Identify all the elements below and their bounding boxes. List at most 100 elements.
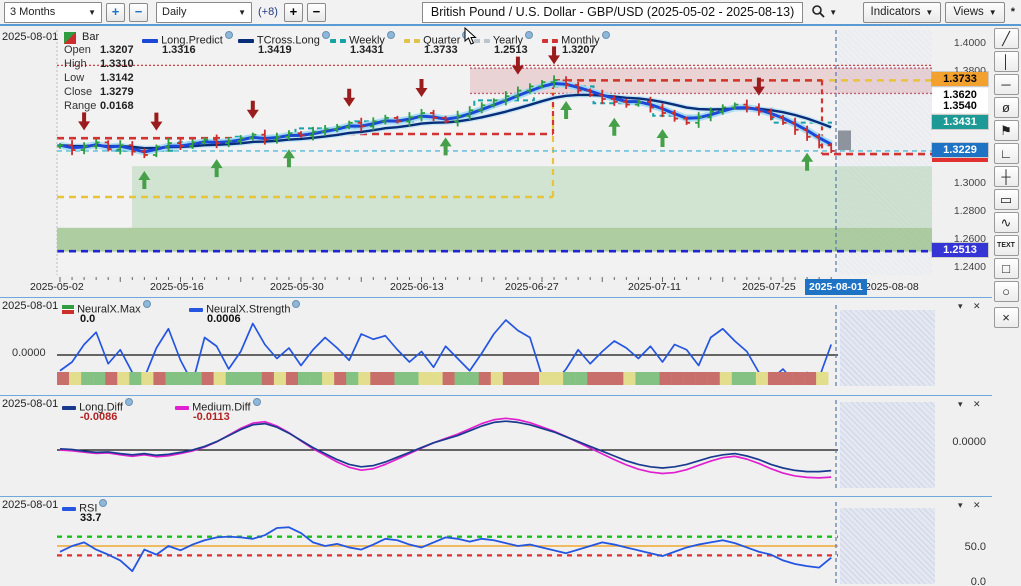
rectangle-tool[interactable]: □ bbox=[994, 258, 1019, 279]
chevron-down-icon: ▼ bbox=[88, 8, 96, 17]
trendline-tool[interactable]: ╱ bbox=[994, 28, 1019, 49]
pointer-flag-tool[interactable]: ⚑ bbox=[994, 120, 1019, 141]
interval-dropdown[interactable]: Daily ▼ bbox=[156, 2, 252, 23]
info-icon[interactable] bbox=[99, 499, 107, 507]
open-value: 1.3207 bbox=[100, 44, 134, 56]
date-label[interactable]: 2025-05-02 bbox=[30, 281, 84, 293]
legend-swatch bbox=[175, 406, 189, 410]
panel-date: 2025-08-01 bbox=[2, 300, 58, 312]
info-icon[interactable] bbox=[125, 398, 133, 406]
step-line-tool[interactable]: ∟ bbox=[994, 143, 1019, 164]
symbol-title-box[interactable]: British Pound / U.S. Dollar - GBP/USD (2… bbox=[422, 2, 803, 23]
neural-axis-zero-label: 0.0000 bbox=[12, 347, 46, 359]
panel-date: 2025-08-01 bbox=[2, 499, 58, 511]
horizontal-line-tool[interactable]: ─ bbox=[994, 74, 1019, 95]
panel-divider bbox=[0, 395, 992, 396]
price-tick: 1.2800 bbox=[936, 205, 986, 217]
legend-swatch bbox=[404, 39, 420, 43]
legend-monthly-value: 1.3207 bbox=[562, 44, 596, 56]
indicators-button[interactable]: Indicators ▼ bbox=[863, 2, 942, 23]
close-tool[interactable]: × bbox=[994, 307, 1019, 328]
trading-app-window: 3 Months ▼ + − Daily ▼ (+8) + − British … bbox=[0, 0, 1021, 586]
bars-add-button[interactable]: + bbox=[284, 3, 303, 22]
legend-swatch bbox=[62, 406, 76, 410]
date-label[interactable]: 2025-06-13 bbox=[390, 281, 444, 293]
legend-long-predict-value: 1.3316 bbox=[162, 44, 196, 56]
sell-arrow-icon bbox=[753, 78, 765, 96]
views-button[interactable]: Views ▼ bbox=[945, 2, 1004, 23]
buy-arrow-icon bbox=[283, 149, 295, 167]
date-label[interactable]: 2025-05-16 bbox=[150, 281, 204, 293]
sell-arrow-icon bbox=[548, 46, 560, 64]
panel-collapse-close-controls[interactable]: ▾ ✕ bbox=[958, 399, 985, 410]
search-dropdown-icon[interactable]: ▼ bbox=[829, 8, 837, 17]
ellipse-tool[interactable]: ○ bbox=[994, 281, 1019, 302]
buy-arrow-icon bbox=[801, 153, 813, 171]
info-icon[interactable] bbox=[225, 31, 233, 39]
chevron-down-icon: ▼ bbox=[989, 8, 997, 17]
sell-arrow-icon bbox=[512, 57, 524, 75]
bar-legend-label[interactable]: Bar bbox=[82, 31, 99, 43]
info-icon[interactable] bbox=[525, 31, 533, 39]
panel-collapse-close-controls[interactable]: ▾ ✕ bbox=[958, 500, 985, 511]
date-label[interactable]: 2025-07-11 bbox=[628, 281, 681, 293]
range-decrease-button[interactable]: − bbox=[129, 3, 148, 22]
wave-tool[interactable]: ∿ bbox=[994, 212, 1019, 233]
date-label[interactable]: 2025-07-25 bbox=[742, 281, 796, 293]
info-icon[interactable] bbox=[602, 31, 610, 39]
info-icon[interactable] bbox=[322, 31, 330, 39]
price-badge: 1.3540 bbox=[932, 99, 988, 113]
buy-arrow-icon bbox=[138, 171, 150, 189]
range-dropdown[interactable]: 3 Months ▼ bbox=[4, 2, 102, 23]
future-area-rsi bbox=[840, 508, 935, 584]
interval-dropdown-value: Daily bbox=[162, 6, 186, 18]
range-label: Range bbox=[64, 100, 96, 112]
rsi-axis-50-label: 50.0 bbox=[938, 541, 986, 553]
buy-arrow-icon bbox=[657, 129, 669, 147]
neuralx-max-icon bbox=[62, 305, 74, 314]
range-increase-button[interactable]: + bbox=[106, 3, 125, 22]
chevron-down-icon: ▼ bbox=[238, 8, 246, 17]
buy-arrow-icon bbox=[560, 101, 572, 119]
info-icon[interactable] bbox=[143, 300, 151, 308]
panel-divider bbox=[0, 496, 992, 497]
buy-arrow-icon bbox=[608, 118, 620, 136]
sell-arrow-icon bbox=[416, 79, 428, 97]
bars-remove-button[interactable]: − bbox=[307, 3, 326, 22]
info-icon[interactable] bbox=[253, 398, 261, 406]
legend-swatch bbox=[189, 308, 203, 312]
price-badge-underline bbox=[932, 158, 988, 162]
pencil-off-tool[interactable]: ø bbox=[994, 97, 1019, 118]
chevron-down-icon: ▼ bbox=[925, 8, 933, 17]
price-badge: 1.3431 bbox=[932, 115, 988, 129]
vertical-line-tool[interactable]: │ bbox=[994, 51, 1019, 72]
crosshair-tool[interactable]: ┼ bbox=[994, 166, 1019, 187]
price-badge: 1.2513 bbox=[932, 243, 988, 257]
bars-added-label: (+8) bbox=[258, 6, 278, 18]
panel-collapse-close-controls[interactable]: ▾ ✕ bbox=[958, 301, 985, 312]
high-label: High bbox=[64, 58, 87, 70]
date-label[interactable]: 2025-05-30 bbox=[270, 281, 324, 293]
info-icon[interactable] bbox=[387, 31, 395, 39]
text-tool[interactable]: TEXT bbox=[994, 235, 1019, 256]
panel-date: 2025-08-01 bbox=[2, 398, 58, 410]
sell-arrow-icon bbox=[247, 101, 259, 119]
price-tick: 1.4000 bbox=[936, 37, 986, 49]
legend-swatch bbox=[238, 39, 254, 43]
pin-indicator[interactable]: * bbox=[1011, 6, 1015, 18]
panel4-legend-value: 33.7 bbox=[80, 512, 101, 524]
legend-swatch bbox=[62, 507, 76, 511]
sell-arrow-icon bbox=[150, 113, 162, 131]
date-label[interactable]: 2025-08-08 bbox=[865, 281, 919, 293]
low-value: 1.3142 bbox=[100, 72, 134, 84]
symbol-title: British Pound / U.S. Dollar - GBP/USD (2… bbox=[431, 5, 794, 19]
panel2-legend-value: 0.0 bbox=[80, 313, 95, 325]
info-icon[interactable] bbox=[292, 300, 300, 308]
search-icon[interactable] bbox=[811, 4, 825, 21]
low-label: Low bbox=[64, 72, 84, 84]
date-label-current[interactable]: 2025-08-01 bbox=[805, 279, 867, 295]
buy-arrow-icon bbox=[211, 159, 223, 177]
panel3-legend-value: -0.0086 bbox=[80, 411, 117, 423]
callout-tool[interactable]: ▭ bbox=[994, 189, 1019, 210]
date-label[interactable]: 2025-06-27 bbox=[505, 281, 559, 293]
